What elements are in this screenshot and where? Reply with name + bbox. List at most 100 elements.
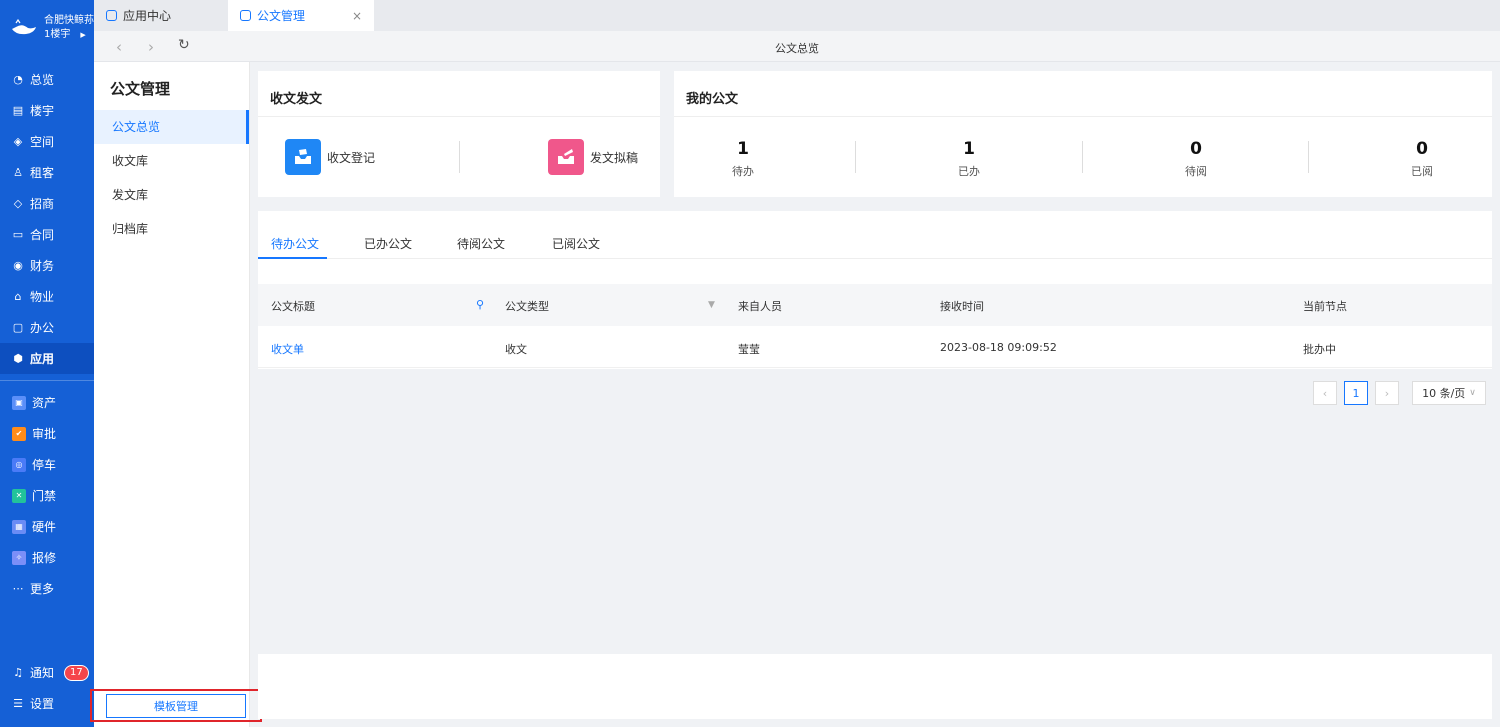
nav-item-property[interactable]: ⌂ 物业 [0, 281, 94, 312]
nav-label: 设置 [30, 697, 55, 711]
nav-label: 物业 [30, 290, 55, 304]
tab-to-read-docs[interactable]: 待阅公文 [457, 235, 505, 252]
nav-item-apps[interactable]: ⬢ 应用 [0, 343, 94, 374]
nav-label: 财务 [30, 259, 55, 273]
notify-badge: 17 [64, 664, 89, 681]
nav-label: 审批 [32, 427, 57, 441]
nav-label: 楼宇 [30, 104, 55, 118]
nav-item-building[interactable]: ▤ 楼宇 [0, 95, 94, 126]
close-icon[interactable]: × [352, 9, 362, 23]
send-receive-title: 收文发文 [258, 71, 660, 117]
row-title-link[interactable]: 收文单 [271, 341, 304, 357]
nav-item-leasing[interactable]: ◇ 招商 [0, 188, 94, 219]
stat-to-read[interactable]: 0 待阅 [1166, 139, 1226, 179]
monitor-icon: ▢ [12, 320, 24, 334]
stat-todo[interactable]: 1 待办 [713, 139, 773, 179]
receive-register-label: 收文登记 [327, 150, 376, 165]
footer-panel [258, 654, 1492, 719]
stat-value: 1 [963, 139, 975, 159]
sub-item-receive-library[interactable]: 收文库 [94, 144, 249, 178]
template-management-button[interactable]: 模板管理 [106, 693, 246, 718]
filter-icon[interactable]: ▼ [708, 300, 715, 310]
approval-icon: ✔ [12, 426, 26, 441]
prev-page-icon[interactable]: ‹ [1313, 381, 1337, 405]
nav-more[interactable]: ⋯ 更多 [0, 573, 94, 604]
dashboard-icon: ◔ [13, 72, 23, 86]
whale-logo-icon [12, 19, 36, 35]
nav-item-office[interactable]: ▢ 办公 [0, 312, 94, 343]
caret-right-icon: ▶ [80, 31, 86, 39]
tab-bar: 应用中心 公文管理 × [94, 0, 1500, 31]
tab-doc-management[interactable]: 公文管理 × [228, 0, 374, 31]
stat-label: 已办 [958, 165, 980, 178]
stat-label: 待阅 [1185, 165, 1207, 178]
nav-app-repair[interactable]: ✧ 报修 [0, 542, 94, 573]
nav-app-approval[interactable]: ✔ 审批 [0, 418, 94, 449]
page-number[interactable]: 1 [1344, 381, 1368, 405]
col-title: 公文标题 [271, 300, 315, 313]
nav-item-contract[interactable]: ▭ 合同 [0, 219, 94, 250]
sub-item-archive-library[interactable]: 归档库 [94, 212, 249, 246]
nav-item-tenant[interactable]: ♙ 租客 [0, 157, 94, 188]
stat-done[interactable]: 1 已办 [939, 139, 999, 179]
send-draft-button[interactable]: 发文拟稿 [548, 139, 638, 175]
col-node: 当前节点 [1303, 300, 1347, 313]
col-type: 公文类型 [505, 300, 549, 313]
sub-item-send-library[interactable]: 发文库 [94, 178, 249, 212]
nav-app-hardware[interactable]: ▦ 硬件 [0, 511, 94, 542]
page-title: 公文总览 [775, 42, 819, 55]
nav-label: 总览 [30, 73, 55, 87]
doc-list-card: 待办公文 已办公文 待阅公文 已阅公文 公文标题 ⚲ 公文类型 ▼ 来自人员 接… [258, 211, 1492, 369]
divider [855, 141, 856, 173]
my-docs-card: 我的公文 1 待办 1 已办 0 待阅 0 已阅 [674, 71, 1492, 197]
home-icon: ⌂ [14, 289, 22, 303]
receive-register-button[interactable]: 收文登记 [285, 139, 375, 175]
divider [1308, 141, 1309, 173]
nav-label: 租客 [30, 166, 55, 180]
nav-app-parking[interactable]: ◎ 停车 [0, 449, 94, 480]
tag-icon: ◇ [13, 196, 23, 210]
nav-label: 报修 [32, 551, 57, 565]
brand-name: 合肥快鲸荪 [44, 15, 94, 26]
divider [459, 141, 460, 173]
tab-done-docs[interactable]: 已办公文 [364, 235, 412, 252]
brand[interactable]: 合肥快鲸荪 1楼宇 ▶ [0, 0, 94, 56]
stat-label: 待办 [732, 165, 754, 178]
address-bar: ‹ › ↻ 公文总览 [94, 31, 1500, 62]
nav-app-access[interactable]: ✕ 门禁 [0, 480, 94, 511]
main-sidebar: 合肥快鲸荪 1楼宇 ▶ ◔ 总览 ▤ 楼宇 ◈ 空间 ♙ 租客 ◇ 招商 ▭ 合同 ◉ 财务 ⌂… [0, 0, 94, 727]
inbox-icon [285, 139, 321, 175]
nav-label: 硬件 [32, 520, 57, 534]
active-tab-indicator [258, 257, 327, 259]
template-highlight: 模板管理 [90, 689, 262, 722]
page-size-select[interactable]: 10 条/页 ∨ [1412, 381, 1486, 405]
nav-label: 合同 [30, 228, 55, 242]
nav-app-assets[interactable]: ▣ 资产 [0, 387, 94, 418]
sub-item-overview[interactable]: 公文总览 [94, 110, 249, 144]
app-center-icon [106, 10, 117, 21]
nav-label: 通知 [30, 666, 55, 680]
col-time: 接收时间 [940, 300, 984, 313]
access-control-icon: ✕ [12, 488, 26, 503]
doc-icon [240, 10, 251, 21]
stat-read[interactable]: 0 已阅 [1392, 139, 1452, 179]
tab-todo-docs[interactable]: 待办公文 [271, 235, 319, 252]
search-icon[interactable]: ⚲ [476, 298, 484, 311]
next-page-icon[interactable]: › [1375, 381, 1399, 405]
money-icon: ◉ [13, 258, 23, 272]
tab-app-center[interactable]: 应用中心 [94, 0, 226, 31]
nav-label: 办公 [30, 321, 55, 335]
nav-item-overview[interactable]: ◔ 总览 [0, 64, 94, 95]
nav-label: 空间 [30, 135, 55, 149]
nav-item-space[interactable]: ◈ 空间 [0, 126, 94, 157]
assets-icon: ▣ [12, 395, 26, 410]
nav-settings[interactable]: ☰ 设置 [0, 688, 94, 719]
nav-notify[interactable]: ♫ 通知 17 [0, 657, 94, 688]
row-node: 批办中 [1303, 343, 1336, 356]
outbox-icon [548, 139, 584, 175]
tab-read-docs[interactable]: 已阅公文 [552, 235, 600, 252]
nav-item-finance[interactable]: ◉ 财务 [0, 250, 94, 281]
brand-location: 1楼宇 [44, 29, 71, 40]
nav-divider [0, 380, 94, 381]
nav-label: 招商 [30, 197, 55, 211]
